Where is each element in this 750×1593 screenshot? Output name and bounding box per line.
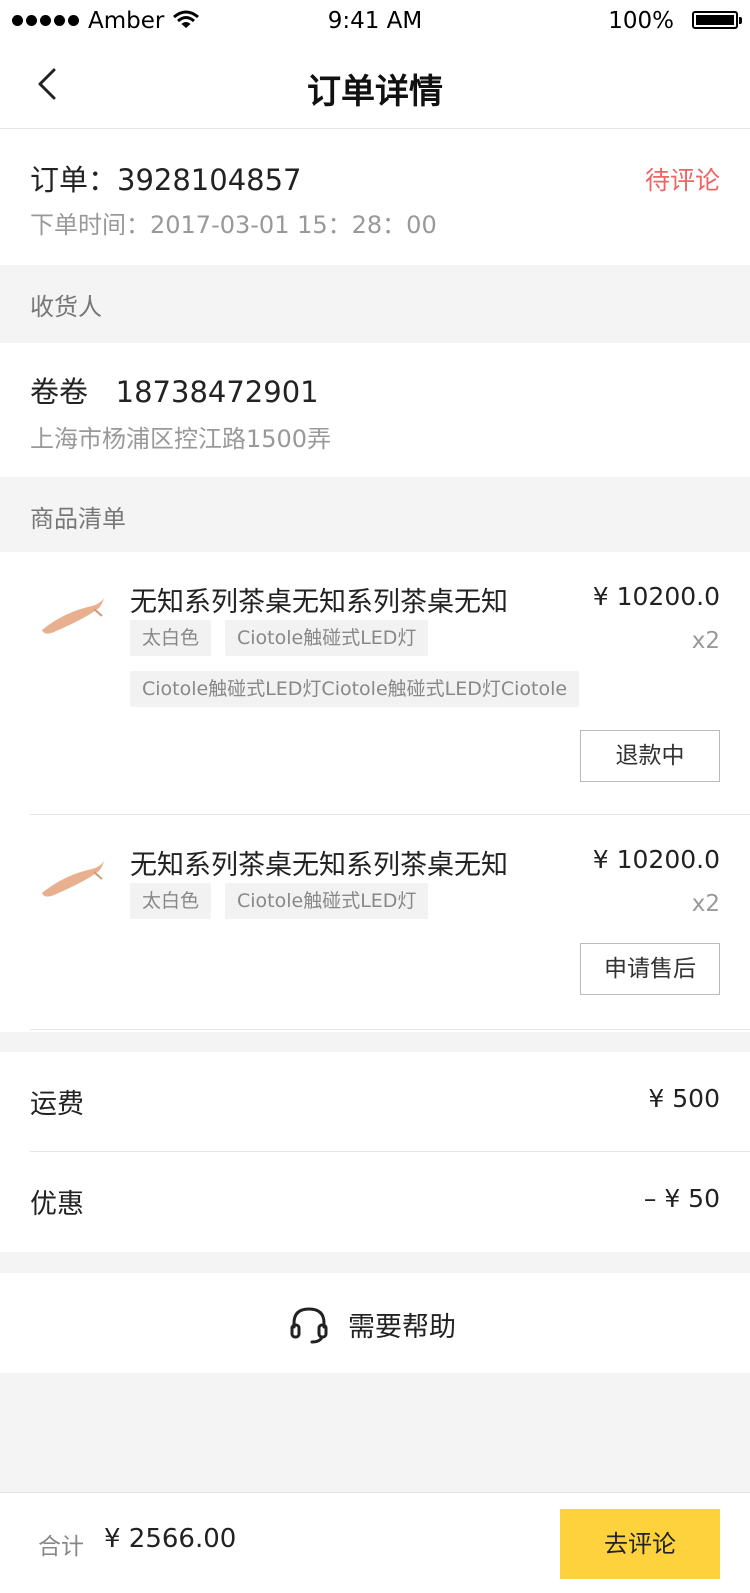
headset-icon [288,1303,330,1345]
product-name: 无知系列茶桌无知系列茶桌无知 [130,587,508,618]
receiver-address: 上海市杨浦区控江路1500弄 [30,425,332,453]
status-bar: Amber 9:41 AM 100% [0,0,750,42]
product-image [34,845,108,919]
goods-section-header: 商品清单 [0,477,750,549]
fee-summary: 运费 ¥ 500 优惠 – ¥ 50 [0,1052,750,1252]
total-amount: ¥ 2566.00 [104,1524,237,1554]
page-title: 订单详情 [307,72,443,112]
discount-row: 优惠 – ¥ 50 [0,1152,750,1251]
help-button[interactable]: 需要帮助 [0,1273,750,1373]
receiver-section-header: 收货人 [0,265,750,337]
product-image [34,582,108,656]
order-time: 下单时间：2017-03-01 15：28：00 [30,211,437,239]
product-tag: Ciotole触碰式LED灯 [225,883,429,919]
product-quantity: x2 [691,628,720,654]
discount-label: 优惠 [30,1189,84,1220]
product-quantity: x2 [691,891,720,917]
product-item[interactable]: 无知系列茶桌无知系列茶桌无知 ¥ 10200.0 x2 太白色 Ciotole触… [0,815,750,1029]
product-price: ¥ 10200.0 [592,582,720,611]
receiver-section-label: 收货人 [30,293,102,321]
order-info: 订单：3928104857 待评论 下单时间：2017-03-01 15：28：… [0,129,750,265]
refund-status-button[interactable]: 退款中 [580,730,720,782]
review-button[interactable]: 去评论 [560,1509,720,1579]
shipping-value: ¥ 500 [648,1084,720,1113]
bottom-bar: 合计 ¥ 2566.00 去评论 [0,1492,750,1593]
product-item[interactable]: 无知系列茶桌无知系列茶桌无知 ¥ 10200.0 x2 太白色 Ciotole触… [0,552,750,814]
battery-icon [692,11,742,29]
goods-list: 无知系列茶桌无知系列茶桌无知 ¥ 10200.0 x2 太白色 Ciotole触… [0,552,750,1032]
order-status: 待评论 [644,166,720,195]
discount-value: – ¥ 50 [643,1184,720,1213]
receiver-info: 卷卷 18738472901 上海市杨浦区控江路1500弄 [0,343,750,477]
nav-bar: 订单详情 [0,42,750,129]
product-tag: 太白色 [130,620,212,656]
total-label: 合计 [38,1534,84,1560]
shipping-row: 运费 ¥ 500 [0,1052,750,1151]
help-label: 需要帮助 [348,1312,456,1343]
product-price: ¥ 10200.0 [592,845,720,874]
shipping-label: 运费 [30,1089,84,1120]
receiver-name-phone: 卷卷 18738472901 [30,375,319,409]
goods-section-label: 商品清单 [30,505,126,533]
divider [30,1029,750,1030]
battery-percent: 100% [608,8,674,34]
after-sales-button[interactable]: 申请售后 [580,943,720,995]
product-tag: 太白色 [130,883,212,919]
product-tag: Ciotole触碰式LED灯 [225,620,429,656]
product-name: 无知系列茶桌无知系列茶桌无知 [130,850,508,881]
product-tag: Ciotole触碰式LED灯Ciotole触碰式LED灯Ciotole [130,671,580,707]
order-number: 订单：3928104857 [30,163,302,197]
